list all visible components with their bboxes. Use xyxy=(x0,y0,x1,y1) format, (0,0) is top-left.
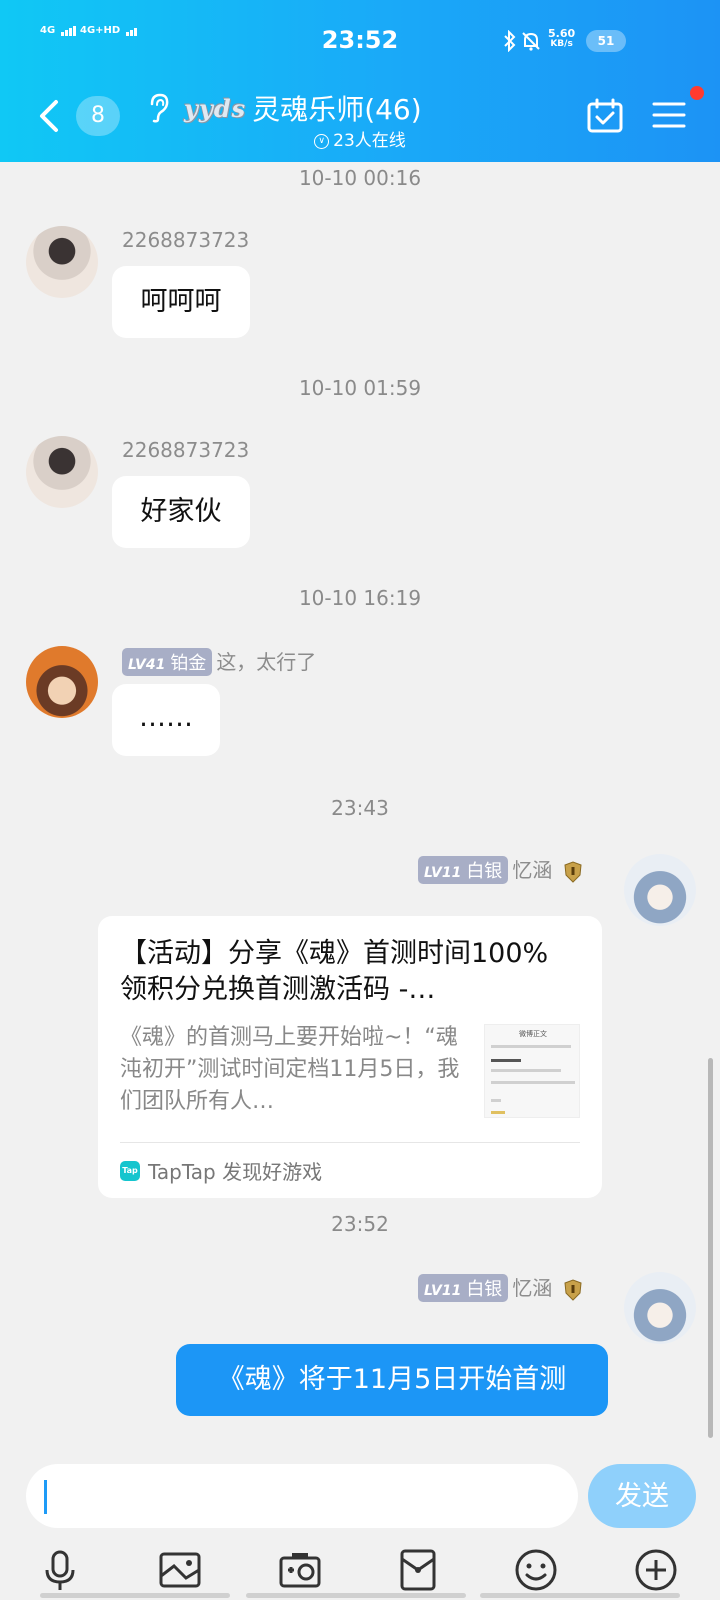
thumbnail-header: 微博正文 xyxy=(519,1030,547,1038)
divider xyxy=(120,1142,580,1143)
avatar[interactable] xyxy=(26,436,98,508)
red-packet-icon[interactable] xyxy=(394,1546,442,1594)
chat-header: 4G 4G+HD 23:52 5.60 KB/s 51 8 yyds 灵魂乐师(… xyxy=(0,0,720,162)
speed-value: 5.60 xyxy=(548,27,576,40)
scrollbar[interactable] xyxy=(708,1058,713,1438)
timestamp: 23:43 xyxy=(331,796,389,820)
calendar-check-icon[interactable] xyxy=(586,98,624,134)
image-icon[interactable] xyxy=(156,1546,204,1594)
avatar[interactable] xyxy=(26,226,98,298)
taptap-logo-icon: Tap xyxy=(120,1160,140,1181)
card-title: 【活动】分享《魂》首测时间100%领积分兑换首测激活码 -… xyxy=(120,938,549,1005)
speed-unit: KB/s xyxy=(550,39,573,49)
bluetooth-icon xyxy=(504,30,516,52)
battery-indicator: 51 xyxy=(586,30,626,52)
sender-info[interactable]: LV41 铂金 这，太行了 xyxy=(122,646,316,676)
my-message-bubble[interactable]: 《魂》将于11月5日开始首测 xyxy=(176,1344,608,1416)
sender-name[interactable]: 2268873723 xyxy=(122,438,249,462)
sender-name[interactable]: 2268873723 xyxy=(122,228,249,252)
gesture-bar xyxy=(40,1593,230,1598)
emoji-icon[interactable] xyxy=(512,1546,560,1594)
timestamp: 10-10 16:19 xyxy=(298,586,422,610)
level-label: LV11 xyxy=(424,1283,462,1299)
ear-icon[interactable] xyxy=(146,92,172,124)
message-list[interactable]: 10-10 00:16 2268873723 呵呵呵 10-10 01:59 2… xyxy=(0,162,720,1452)
card-thumbnail: 微博正文 xyxy=(484,1024,580,1118)
timestamp: 23:52 xyxy=(331,1212,389,1236)
online-count: 23人在线 xyxy=(333,131,406,151)
gesture-bar xyxy=(246,1593,466,1598)
group-badge: yyds xyxy=(184,93,247,123)
message-bubble[interactable]: 呵呵呵 xyxy=(112,266,250,338)
member-level-badge: LV11 白银 xyxy=(418,856,509,884)
status-bar: 4G 4G+HD 23:52 5.60 KB/s 51 xyxy=(0,0,720,80)
notification-dot xyxy=(690,86,704,100)
medal-icon xyxy=(564,1278,582,1301)
sender-name: 这，太行了 xyxy=(216,650,317,674)
sender-info[interactable]: LV11 白银 忆涵 xyxy=(418,1272,583,1302)
medal-icon xyxy=(564,860,582,883)
input-area: 发送 xyxy=(0,1452,720,1600)
member-level-badge: LV11 白银 xyxy=(418,1274,509,1302)
group-title[interactable]: yyds 灵魂乐师(46) xyxy=(184,88,422,128)
member-level-badge: LV41 铂金 xyxy=(122,648,213,676)
card-source: Tap TapTap 发现好游戏 xyxy=(120,1156,322,1185)
sender-name: 忆涵 xyxy=(512,858,553,882)
timestamp: 10-10 01:59 xyxy=(298,376,422,400)
avatar[interactable] xyxy=(624,1272,696,1344)
level-label: LV11 xyxy=(424,865,462,881)
group-name: 灵魂乐师(46) xyxy=(252,93,422,126)
source-label: TapTap 发现好游戏 xyxy=(148,1160,323,1184)
card-description: 《魂》的首测马上要开始啦~！“魂沌初开”测试时间定档11月5日，我们团队所有人… xyxy=(120,1025,460,1114)
avatar[interactable] xyxy=(26,646,98,718)
gesture-bar xyxy=(480,1593,680,1598)
avatar[interactable] xyxy=(624,854,696,926)
mute-bell-icon xyxy=(522,32,540,51)
camera-icon[interactable] xyxy=(276,1546,324,1594)
sender-name: 忆涵 xyxy=(512,1276,553,1300)
battery-level: 51 xyxy=(597,34,615,48)
send-button[interactable]: 发送 xyxy=(588,1464,696,1528)
message-input[interactable] xyxy=(26,1464,578,1528)
rank-label: 铂金 xyxy=(170,653,207,674)
text-caret xyxy=(44,1480,47,1514)
message-bubble[interactable]: 好家伙 xyxy=(112,476,250,548)
timestamp: 10-10 00:16 xyxy=(298,166,422,190)
shared-link-card[interactable]: 【活动】分享《魂》首测时间100%领积分兑换首测激活码 -… 《魂》的首测马上要… xyxy=(98,916,602,1198)
rank-label: 白银 xyxy=(466,1279,503,1300)
plus-icon[interactable] xyxy=(632,1546,680,1594)
microphone-icon[interactable] xyxy=(36,1546,84,1594)
menu-icon[interactable] xyxy=(652,100,686,130)
rank-label: 白银 xyxy=(466,861,503,882)
network-speed: 5.60 KB/s xyxy=(548,28,575,50)
message-bubble[interactable]: …… xyxy=(112,684,220,756)
level-label: LV41 xyxy=(128,657,166,673)
sender-info[interactable]: LV11 白银 忆涵 xyxy=(418,854,583,884)
chevron-down-icon: ∨ xyxy=(314,133,330,149)
